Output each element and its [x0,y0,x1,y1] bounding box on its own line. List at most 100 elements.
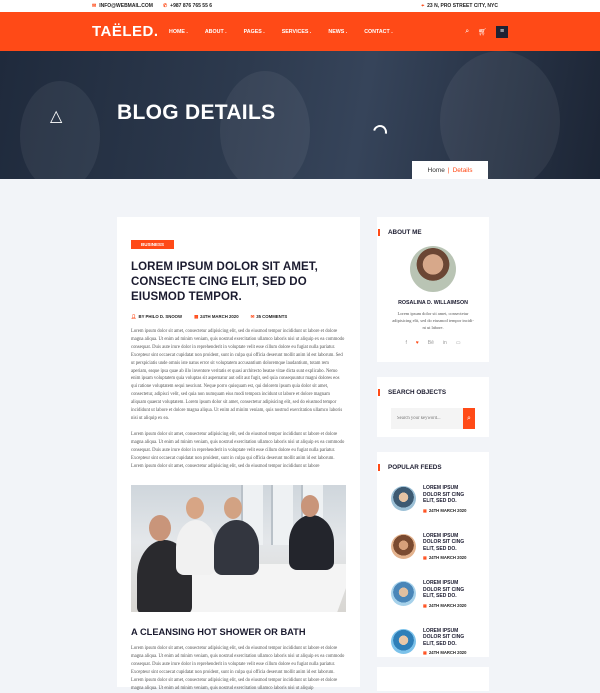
post-paragraph: Lorem ipsum dolor sit amet, consectetur … [131,431,345,469]
twitter-icon[interactable]: ♥ [416,340,419,346]
banner-background-figure [20,81,100,179]
feed-title: LOREM IPSUM DOLOR SIT CING ELIT, SED DO. [423,485,465,504]
widget-title: SEARCH OBJECTS [378,389,475,396]
feed-item[interactable]: LOREM IPSUM DOLOR SIT CING ELIT, SED DO.… [391,485,475,513]
banner-background-figure [440,51,560,179]
feed-item[interactable]: LOREM IPSUM DOLOR SIT CING ELIT, SED DO.… [391,627,475,655]
blog-post: BUSINESS LOREM IPSUM DOLOR SIT AMET, CON… [117,217,360,691]
breadcrumb: Home | Details [412,161,488,179]
cart-icon[interactable]: 🛒︎ [478,28,487,36]
feed-thumbnail [391,486,416,512]
email-text: INFO@WEBMAIL.COM [99,3,153,9]
post-subheading: A CLEANSING HOT SHOWER OR BATH [131,627,306,638]
feed-thumbnail [391,581,416,607]
menu-item-about[interactable]: ABOUT . [205,29,227,35]
widget-title: ABOUT ME [378,229,475,236]
page-banner: △ BLOG DETAILS Home | Details [0,51,600,179]
calendar-icon: ▦ [423,555,427,560]
post-title: LOREM IPSUM DOLOR SIT AMET, CONSECTE CIN… [131,261,318,303]
post-paragraph: Lorem ipsum dolor sit amet, consectetur … [131,329,345,421]
post-date: ▦ 24TH MARCH 2020 [194,314,239,320]
post-meta: 👤︎ BY PHILO D. SNOOW ▦ 24TH MARCH 2020 ✉ 35… [131,314,346,320]
search-button[interactable]: ⌕ [463,408,475,429]
author-text: BY PHILO D. SNOOW [138,314,183,319]
menu: HOME . ABOUT . PAGES . SERVICES . NEWS .… [169,29,393,35]
calendar-icon: ▦ [423,602,427,608]
widget-title: POPULAR FEEDS [378,464,475,471]
menu-item-news[interactable]: NEWS . [328,29,347,35]
popular-feeds-widget: POPULAR FEEDS LOREM IPSUM DOLOR SIT CING… [377,452,489,657]
post-image [131,485,346,613]
feed-date: ▦ 24TH MARCH 2020 [423,555,475,560]
menu-item-contact[interactable]: CONTACT . [364,29,392,35]
logo[interactable]: TAËLED. [92,23,169,40]
feed-date-text: 24TH MARCH 2020 [428,602,467,608]
location-icon: ⌖ [421,3,425,9]
feed-item[interactable]: LOREM IPSUM DOLOR SIT CING ELIT, SED DO.… [391,580,475,608]
person-head-shape [224,497,242,520]
mail-icon: ✉ [92,3,97,9]
feed-title: LOREM IPSUM DOLOR SIT CING ELIT, SED DO. [423,532,465,552]
top-bar: ✉ INFO@WEBMAIL.COM ✆ +987 876 765 55 6 ⌖ 23… [0,0,600,12]
person-head-shape [186,497,204,520]
feed-item[interactable]: LOREM IPSUM DOLOR SIT CING ELIT, SED DO.… [391,532,475,560]
search-box: ⌕ [391,408,475,429]
social-links: f ♥ Bē in ▭ [391,340,475,346]
menu-item-services[interactable]: SERVICES . [282,29,312,35]
author-bio: Lorem ipsum dolor sit amet, consectetur … [392,311,474,330]
feed-title: LOREM IPSUM DOLOR SIT CING ELIT, SED DO. [423,580,465,599]
feed-date-text: 24TH MARCH 2020 [428,555,467,560]
about-widget: ABOUT ME ROSALINA D. WILLAIMSON Lorem ip… [377,217,489,362]
breadcrumb-separator: | [447,166,450,174]
feed-date: ▦ 24TH MARCH 2020 [423,650,475,655]
breadcrumb-home[interactable]: Home [428,167,445,174]
calendar-icon: ▦ [194,314,199,319]
comment-icon: ✉ [250,314,255,319]
post-author[interactable]: 👤︎ BY PHILO D. SNOOW [131,314,182,320]
comments-text: 35 COMMENTS [256,314,288,319]
phone-icon: ✆ [162,3,168,9]
feed-date-text: 24TH MARCH 2020 [428,507,467,513]
banner-background-figure [220,71,310,179]
menu-item-pages[interactable]: PAGES . [244,29,265,35]
category-badge[interactable]: BUSINESS [131,240,175,249]
triangle-decoration-icon: △ [50,108,63,125]
feed-thumbnail [391,533,416,559]
address-info: ⌖ 23 N, PRO STREET CITY, NYC [421,3,498,9]
main-nav: TAËLED. HOME . ABOUT . PAGES . SERVICES … [0,12,600,51]
search-widget: SEARCH OBJECTS ⌕ [377,377,489,437]
person-shape [289,515,334,571]
menu-item-home[interactable]: HOME . [169,29,188,35]
facebook-icon[interactable]: f [405,340,406,346]
avatar [410,246,456,292]
feed-date: ▦ 24TH MARCH 2020 [423,603,475,608]
arc-decoration-icon [370,122,390,142]
search-icon[interactable]: ⌕ [465,28,469,36]
hamburger-menu-icon[interactable]: ≡ [496,25,508,38]
feed-date: ▦ 24TH MARCH 2020 [423,508,475,513]
breadcrumb-current: Details [452,166,473,174]
person-shape [176,520,216,576]
feed-thumbnail [391,628,416,654]
phone-info[interactable]: ✆ +987 876 765 55 6 [163,3,212,9]
youtube-icon[interactable]: ▭ [456,340,461,346]
feed-date-text: 24TH MARCH 2020 [428,650,467,655]
post-paragraph: Lorem ipsum dolor sit amet, consectetur … [131,646,345,691]
author-name: ROSALINA D. WILLAIMSON [398,300,468,306]
search-icon: ⌕ [467,414,471,422]
phone-text: +987 876 765 55 6 [170,3,213,9]
email-info[interactable]: ✉ INFO@WEBMAIL.COM [92,3,153,9]
post-comments[interactable]: ✉ 35 COMMENTS [251,314,288,320]
calendar-icon: ▦ [423,650,427,655]
linkedin-icon[interactable]: in [443,340,447,346]
behance-icon[interactable]: Bē [428,340,434,346]
address-text: 23 N, PRO STREET CITY, NYC [427,3,498,9]
feed-title: LOREM IPSUM DOLOR SIT CING ELIT, SED DO. [423,627,465,647]
user-icon: 👤︎ [131,314,137,319]
nav-icons: ⌕ 🛒︎ ≡ [465,25,508,38]
next-widget [377,667,489,691]
calendar-icon: ▦ [423,507,427,513]
search-input[interactable] [391,408,463,429]
page-title: BLOG DETAILS [117,101,276,124]
person-head-shape [149,515,171,542]
